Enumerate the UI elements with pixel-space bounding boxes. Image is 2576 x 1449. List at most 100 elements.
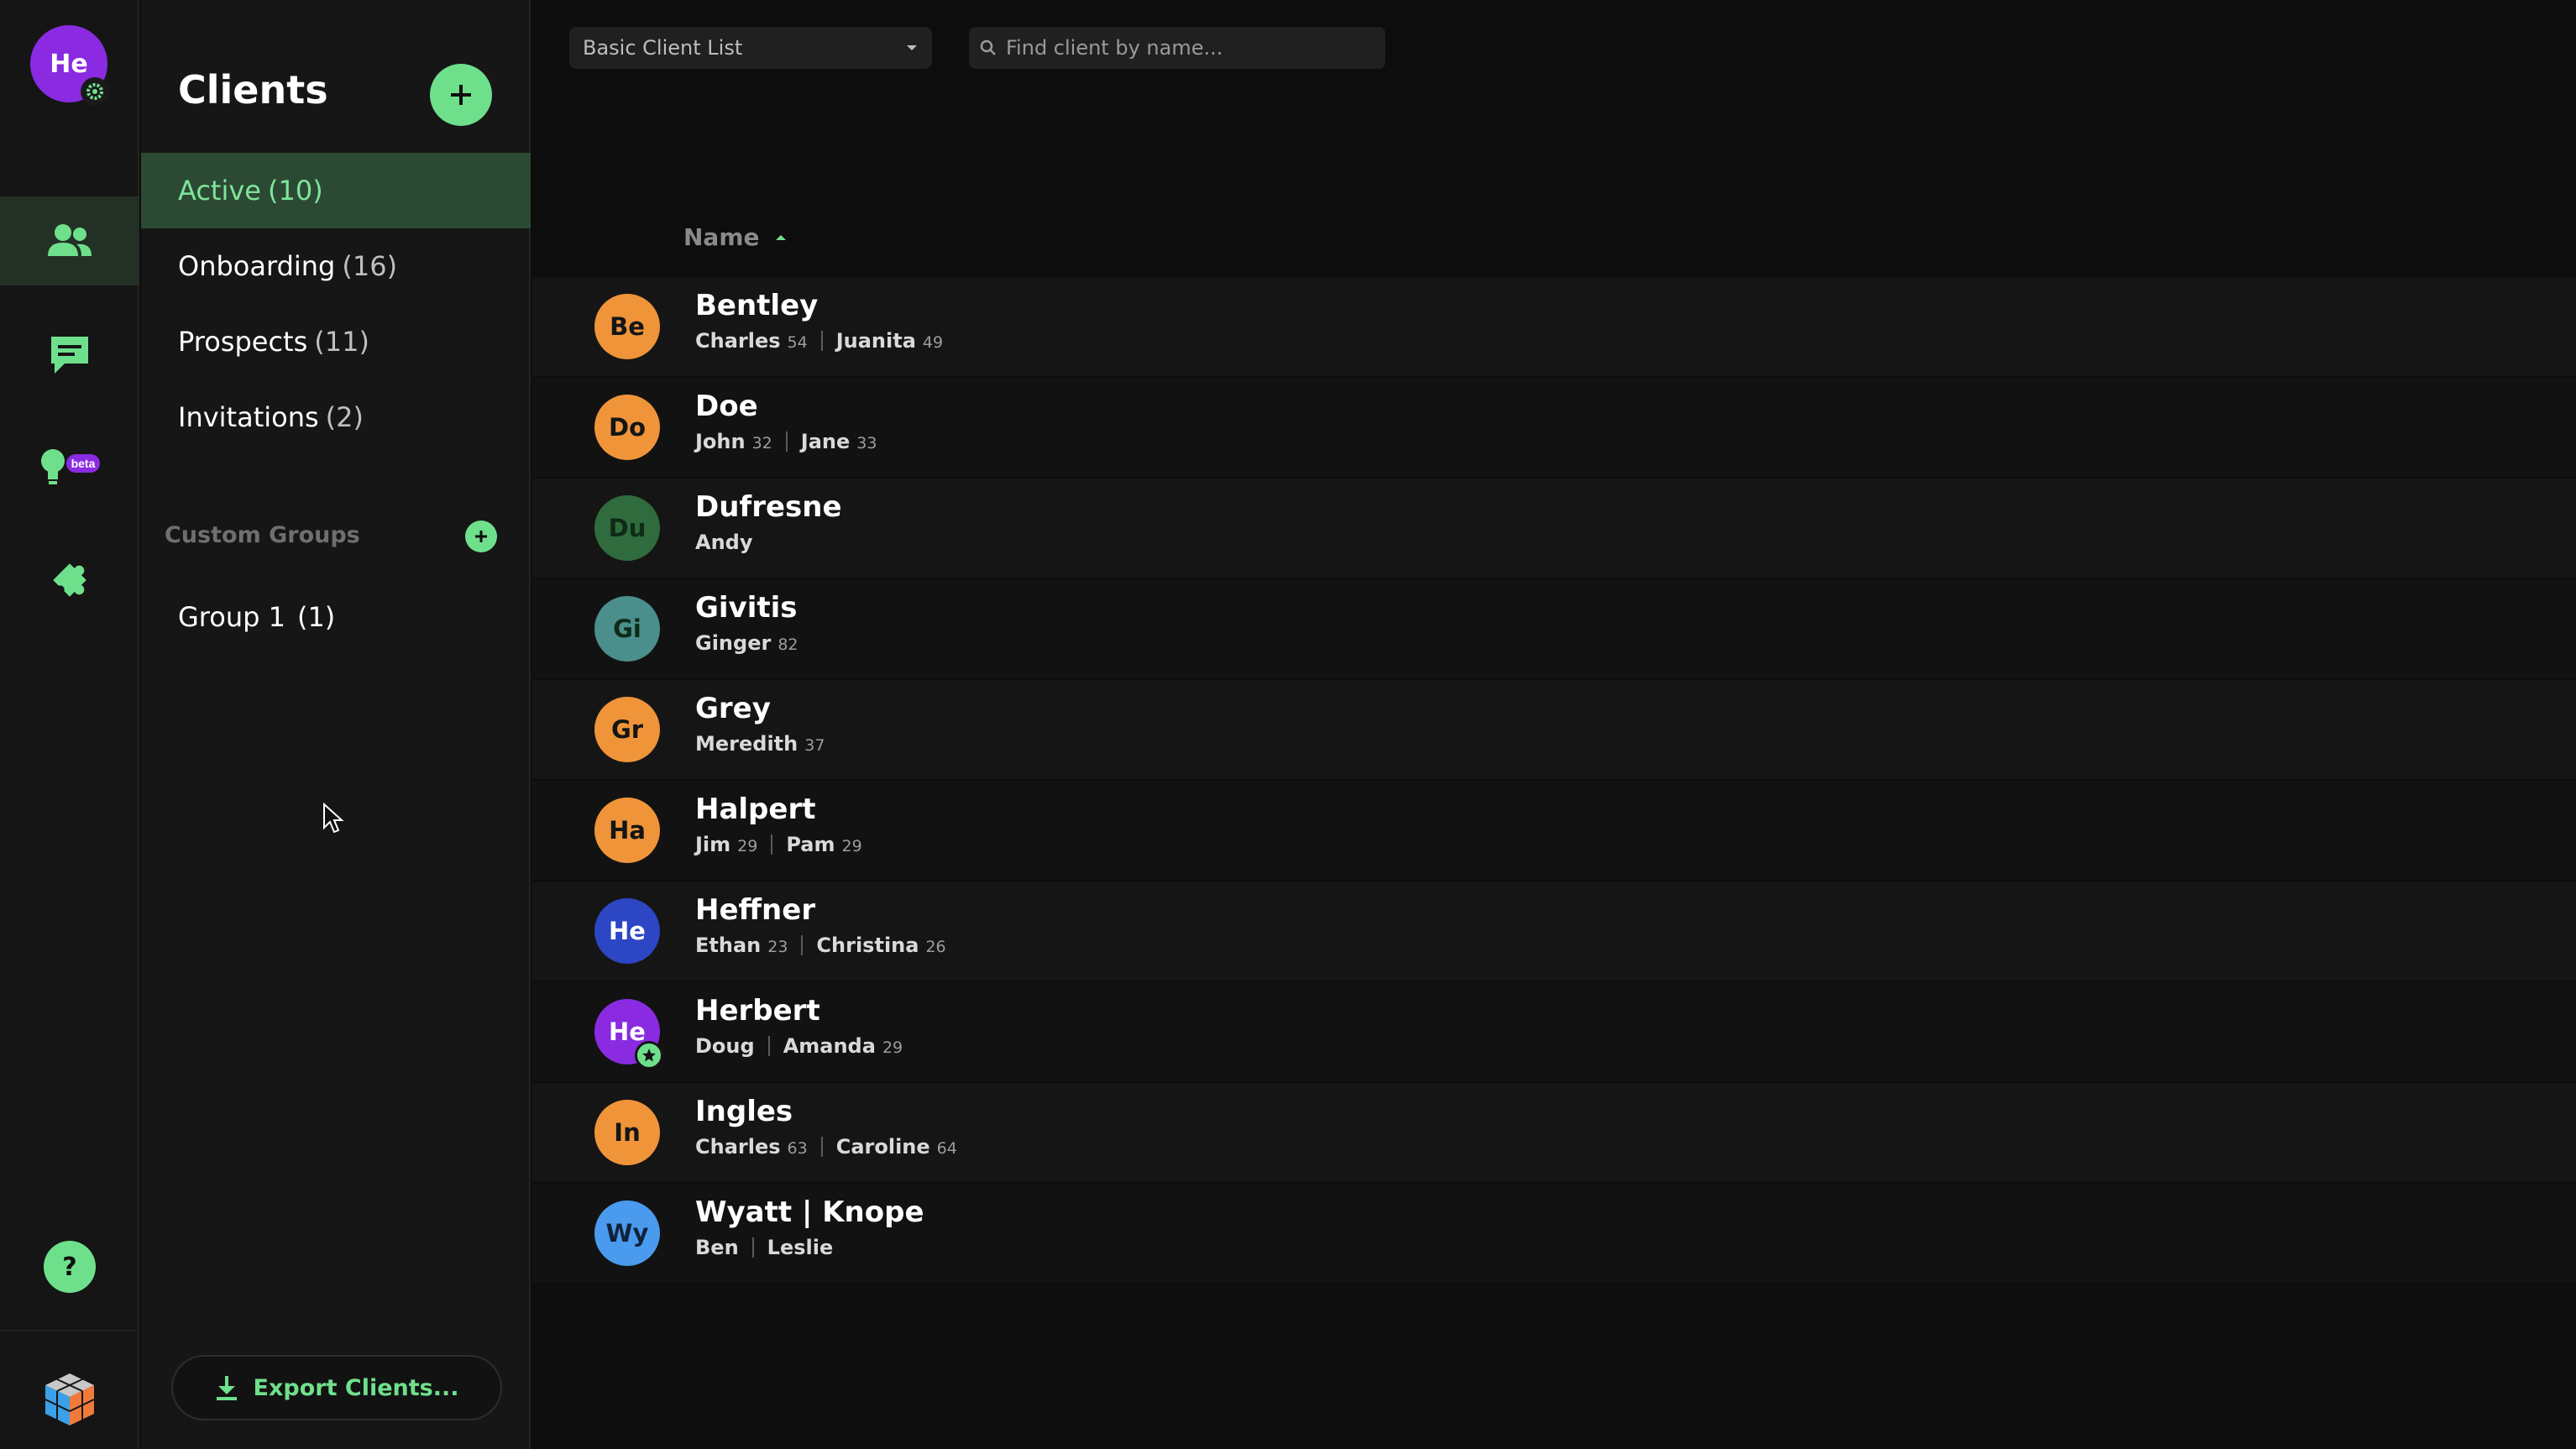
- name-column-header[interactable]: Name: [683, 223, 787, 251]
- plus-icon: [451, 85, 471, 105]
- client-text: Grey Meredith 37: [695, 692, 825, 756]
- client-row[interactable]: Wy Wyatt | Knope Ben Leslie: [532, 1184, 2576, 1283]
- member-name: Ginger: [695, 631, 772, 655]
- client-name: Heffner: [695, 893, 816, 927]
- add-group-button[interactable]: [465, 520, 497, 552]
- help-button[interactable]: ?: [44, 1241, 96, 1293]
- client-row[interactable]: Be Bentley Charles 54 Juanita 49: [532, 277, 2576, 376]
- client-row[interactable]: Do Doe John 32 Jane 33: [532, 378, 2576, 477]
- client-row[interactable]: He Heffner Ethan 23 Christina 26: [532, 881, 2576, 981]
- member-separator: [771, 834, 773, 855]
- client-name: Givitis: [695, 591, 798, 625]
- client-row[interactable]: Du Dufresne Andy: [532, 479, 2576, 578]
- search-input[interactable]: [1006, 36, 1375, 60]
- client-members: Ginger 82: [695, 631, 798, 655]
- member-age: 82: [778, 636, 798, 654]
- member: Ethan 23: [695, 934, 788, 957]
- client-name: Dufresne: [695, 490, 842, 524]
- member-age: 29: [737, 837, 758, 855]
- member: Ben: [695, 1236, 739, 1259]
- member-name: Juanita: [835, 329, 916, 353]
- client-row[interactable]: He Herbert Doug Amanda 29: [532, 982, 2576, 1081]
- member-separator: [820, 331, 823, 351]
- client-name: Herbert: [695, 994, 820, 1028]
- mouse-cursor-icon: [323, 803, 344, 834]
- client-text: Bentley Charles 54 Juanita 49: [695, 289, 943, 353]
- puzzle-icon: [53, 563, 86, 597]
- client-row[interactable]: In Ingles Charles 63 Caroline 64: [532, 1083, 2576, 1182]
- custom-groups-header: Custom Groups: [165, 522, 360, 548]
- help-icon: ?: [62, 1252, 77, 1282]
- client-avatar: Do: [594, 395, 660, 460]
- member: Doug: [695, 1034, 755, 1058]
- client-members: Charles 54 Juanita 49: [695, 329, 943, 353]
- client-avatar: Gr: [594, 697, 660, 762]
- member-age: 23: [767, 938, 788, 956]
- member: Ginger 82: [695, 631, 798, 655]
- nav-item-invitations[interactable]: Invitations (2): [141, 379, 531, 455]
- client-avatar: Ha: [594, 798, 660, 863]
- add-client-button[interactable]: [430, 64, 492, 126]
- nav-item-active[interactable]: Active (10): [141, 153, 531, 228]
- member-age: 37: [804, 736, 825, 755]
- user-avatar-initials: He: [50, 49, 88, 79]
- view-select-value: Basic Client List: [583, 36, 743, 60]
- nav-item-count: (1): [296, 601, 336, 633]
- client-members: Ethan 23 Christina 26: [695, 934, 946, 957]
- member-age: 49: [922, 333, 944, 352]
- users-icon: [48, 224, 92, 256]
- member-name: John: [695, 430, 746, 453]
- member: Christina 26: [816, 934, 945, 957]
- sidebar-title: Clients: [178, 67, 328, 112]
- member-name: Christina: [816, 934, 919, 957]
- member-name: Jim: [695, 833, 731, 856]
- member-name: Jane: [800, 430, 851, 453]
- member-name: Charles: [695, 1135, 781, 1159]
- export-clients-button[interactable]: Export Clients...: [171, 1355, 502, 1420]
- client-members: Ben Leslie: [695, 1236, 924, 1259]
- client-avatar: Du: [594, 495, 660, 561]
- gear-icon[interactable]: [81, 77, 109, 106]
- clients-sidebar: Clients Active (10) Onboarding (16) Pros…: [141, 0, 531, 1449]
- client-row[interactable]: Gr Grey Meredith 37: [532, 680, 2576, 779]
- client-text: Dufresne Andy: [695, 490, 842, 554]
- member-separator: [751, 1237, 754, 1258]
- lightbulb-beta-icon: beta: [41, 449, 100, 484]
- client-name: Wyatt | Knope: [695, 1195, 924, 1229]
- client-row[interactable]: Ha Halpert Jim 29 Pam 29: [532, 781, 2576, 880]
- client-text: Givitis Ginger 82: [695, 591, 798, 655]
- member: Meredith 37: [695, 732, 825, 756]
- client-name: Halpert: [695, 793, 816, 826]
- client-avatar: In: [594, 1100, 660, 1165]
- client-row[interactable]: Gi Givitis Ginger 82: [532, 579, 2576, 678]
- client-text: Herbert Doug Amanda 29: [695, 994, 903, 1058]
- client-members: Andy: [695, 531, 842, 554]
- icon-rail: He beta ?: [0, 0, 139, 1449]
- member-name: Doug: [695, 1034, 755, 1058]
- nav-item-prospects[interactable]: Prospects (11): [141, 304, 531, 379]
- client-text: Doe John 32 Jane 33: [695, 390, 877, 453]
- nav-item-onboarding[interactable]: Onboarding (16): [141, 228, 531, 304]
- rail-item-integrations[interactable]: [0, 536, 139, 625]
- export-clients-label: Export Clients...: [253, 1374, 459, 1401]
- member-age: 26: [925, 938, 946, 956]
- member-name: Meredith: [695, 732, 798, 756]
- nav-item-group-1[interactable]: Group 1 (1): [141, 579, 531, 655]
- member: Jim 29: [695, 833, 757, 856]
- member-separator: [785, 432, 788, 452]
- member-name: Pam: [786, 833, 835, 856]
- nav-item-label: Prospects: [178, 326, 308, 358]
- view-select[interactable]: Basic Client List: [569, 27, 932, 69]
- rail-item-clients[interactable]: [0, 196, 139, 285]
- client-members: Charles 63 Caroline 64: [695, 1135, 957, 1159]
- member-name: Ben: [695, 1236, 739, 1259]
- client-avatar: Wy: [594, 1201, 660, 1266]
- rail-item-messages[interactable]: [0, 311, 139, 400]
- nav-item-count: (16): [342, 250, 398, 282]
- member-age: 32: [751, 434, 772, 452]
- rail-divider: [0, 1330, 139, 1331]
- nav-item-label: Onboarding: [178, 250, 336, 282]
- member: Pam 29: [786, 833, 861, 856]
- client-name: Doe: [695, 390, 758, 423]
- rail-item-insights[interactable]: beta: [0, 423, 139, 512]
